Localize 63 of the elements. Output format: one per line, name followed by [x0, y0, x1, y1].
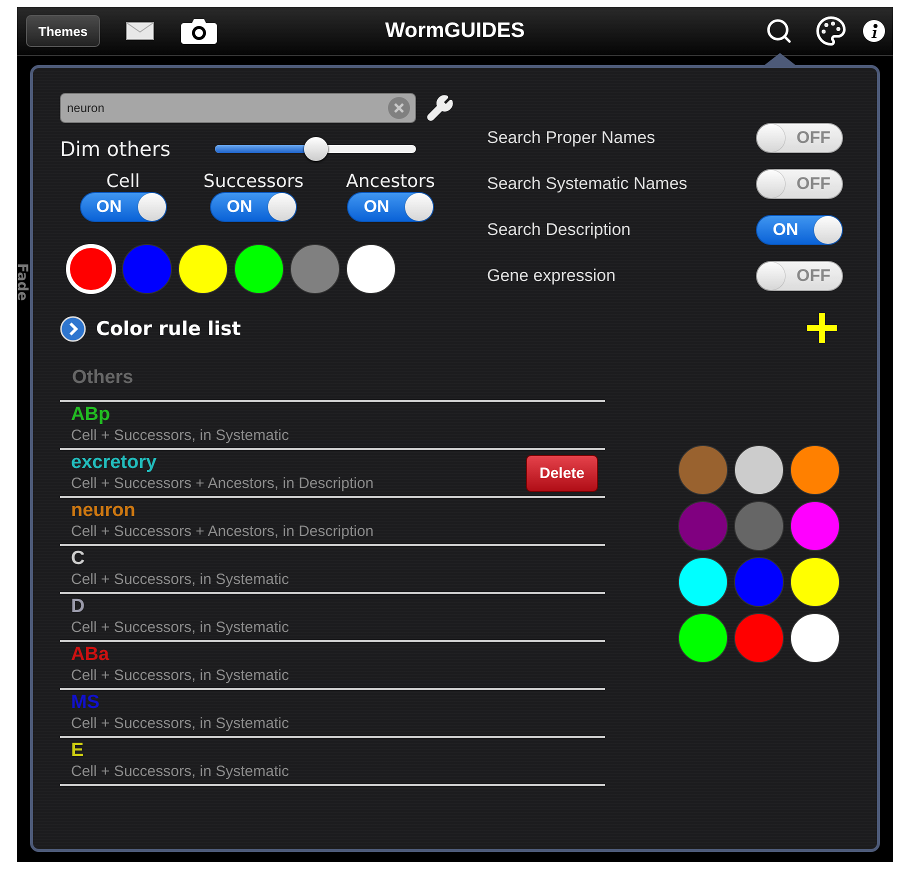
option-label: Gene expression — [487, 266, 616, 286]
rule-description: Cell + Successors, in Systematic — [71, 666, 290, 686]
rule-name[interactable]: ABa — [71, 644, 605, 666]
rule-description: Cell + Successors, in Systematic — [71, 762, 290, 782]
color-swatch[interactable] — [734, 501, 784, 551]
scope-label: Cell — [106, 171, 140, 192]
rule-description: Cell + Successors, in Systematic — [71, 426, 290, 446]
wrench-icon[interactable] — [426, 94, 454, 122]
toggle-switch[interactable]: OFF — [756, 261, 843, 291]
color-swatch[interactable] — [790, 445, 840, 495]
color-swatch[interactable] — [734, 557, 784, 607]
delete-button[interactable]: Delete — [526, 454, 598, 492]
add-icon[interactable] — [807, 313, 837, 343]
toggle-switch[interactable]: ON — [210, 192, 298, 222]
color-swatch[interactable] — [346, 244, 396, 294]
toggle-switch[interactable]: OFF — [756, 169, 843, 199]
side-label: Fade — [17, 263, 30, 301]
info-icon[interactable] — [863, 20, 885, 42]
themes-button[interactable]: Themes — [26, 15, 100, 47]
rule-description: Cell + Successors, in Systematic — [71, 570, 290, 590]
option-label: Search Systematic Names — [487, 174, 688, 194]
color-swatch[interactable] — [734, 613, 784, 663]
rule-name[interactable]: ABp — [71, 404, 605, 426]
color-rule-list-link[interactable]: Color rule list — [96, 318, 241, 340]
color-swatch[interactable] — [678, 557, 728, 607]
dim-slider[interactable] — [215, 137, 416, 161]
rule-description: Cell + Successors + Ancestors, in Description — [71, 474, 375, 494]
color-swatch[interactable] — [790, 557, 840, 607]
scope-label: Ancestors — [346, 171, 435, 192]
dim-label: Dim others — [60, 137, 172, 161]
palette-icon[interactable] — [815, 15, 847, 47]
color-swatch[interactable] — [290, 244, 340, 294]
color-swatch[interactable] — [122, 244, 172, 294]
toggle-switch[interactable]: ON — [80, 192, 167, 222]
search-field[interactable]: neuron — [60, 93, 416, 123]
option-label: Search Description — [487, 220, 631, 240]
rule-name[interactable]: E — [71, 740, 605, 762]
rule-description: Cell + Successors + Ancestors, in Description — [71, 522, 375, 542]
scope-label: Successors — [203, 171, 304, 192]
color-swatch[interactable] — [678, 501, 728, 551]
list-header: Others — [71, 367, 134, 390]
option-label: Search Proper Names — [487, 128, 656, 148]
toggle-switch[interactable]: OFF — [756, 123, 843, 153]
rule-name[interactable]: D — [71, 596, 605, 618]
rule-description: Cell + Successors, in Systematic — [71, 618, 290, 638]
rule-name[interactable]: C — [71, 548, 605, 570]
camera-icon[interactable] — [181, 18, 217, 44]
rule-description: Cell + Successors, in Systematic — [71, 714, 290, 734]
color-swatch[interactable] — [678, 445, 728, 495]
color-swatch[interactable] — [234, 244, 284, 294]
rule-name[interactable]: neuron — [71, 500, 605, 522]
color-swatch[interactable] — [790, 613, 840, 663]
app-title: WormGUIDES — [385, 19, 525, 43]
color-swatch[interactable] — [178, 244, 228, 294]
toggle-switch[interactable]: ON — [347, 192, 434, 222]
chevron-circle-icon[interactable] — [60, 316, 86, 342]
search-icon[interactable] — [765, 17, 793, 45]
rule-name[interactable]: excretory — [71, 452, 526, 474]
color-swatch[interactable] — [734, 445, 784, 495]
slider-thumb[interactable] — [304, 137, 328, 161]
color-swatch[interactable] — [678, 613, 728, 663]
color-swatch[interactable] — [790, 501, 840, 551]
toggle-switch[interactable]: ON — [756, 215, 843, 245]
